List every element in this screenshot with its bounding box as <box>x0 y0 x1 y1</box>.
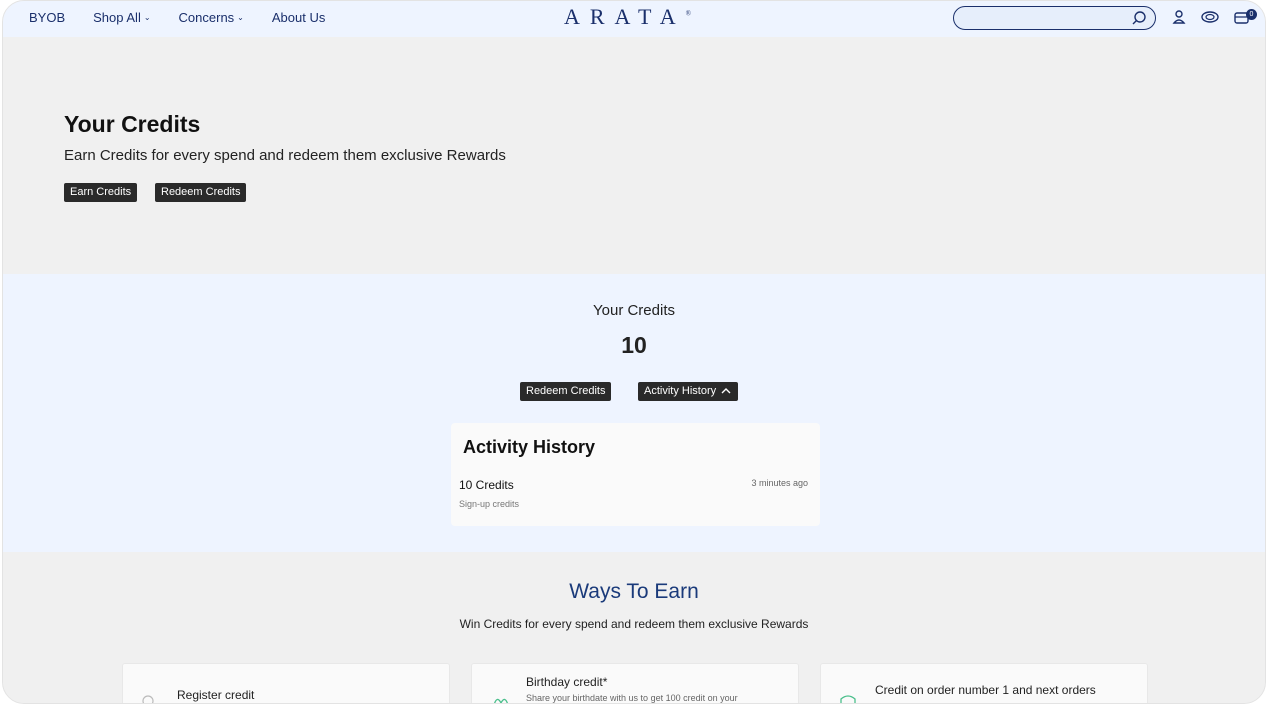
ways-to-earn-subtitle: Win Credits for every spend and redeem t… <box>459 617 809 631</box>
redeem-credits-button[interactable]: Redeem Credits <box>155 183 247 202</box>
cart-count-badge: 0 <box>1246 9 1257 20</box>
redeem-credits-button[interactable]: Redeem Credits <box>520 382 612 401</box>
search-input[interactable] <box>964 7 1134 29</box>
support-icon[interactable] <box>1200 9 1220 30</box>
chevron-up-icon <box>721 382 731 407</box>
main-nav: BYOB Shop All ⌄ Concerns ⌄ About Us <box>29 10 353 25</box>
nav-item-label: BYOB <box>29 10 66 25</box>
earn-card-title: Register credit <box>177 688 255 702</box>
earn-card-birthday[interactable]: Birthday credit* Share your birthdate wi… <box>471 663 799 703</box>
page-subtitle: Earn Credits for every spend and redeem … <box>64 147 506 164</box>
earn-card-title: Credit on order number 1 and next orders <box>875 683 1096 697</box>
registered-mark: ® <box>685 9 691 18</box>
nav-item-label: Concerns <box>178 10 235 25</box>
activity-entry-time: 3 minutes ago <box>751 478 808 488</box>
hero-section: Your Credits Earn Credits for every spen… <box>3 37 1265 274</box>
site-header: BYOB Shop All ⌄ Concerns ⌄ About Us ARATA®… <box>3 1 1265 37</box>
nav-item-label: About Us <box>271 10 326 25</box>
earn-credits-button[interactable]: Earn Credits <box>64 183 138 202</box>
chevron-down-icon: ⌄ <box>237 13 244 22</box>
credits-section: Your Credits 10 Redeem Credits Activity … <box>3 274 1265 552</box>
user-icon[interactable] <box>1172 9 1186 30</box>
nav-item-byob[interactable]: BYOB <box>29 10 65 25</box>
order-icon <box>839 693 857 703</box>
birthday-icon <box>492 693 510 703</box>
ways-to-earn-section: Ways To Earn Win Credits for every spend… <box>3 552 1265 703</box>
credits-label: Your Credits <box>593 302 675 319</box>
search-box[interactable] <box>953 6 1156 30</box>
activity-entry-amount: 10 Credits <box>459 478 514 492</box>
ways-to-earn-title: Ways To Earn <box>569 580 699 603</box>
activity-history-title: Activity History <box>463 437 596 457</box>
page-frame: BYOB Shop All ⌄ Concerns ⌄ About Us ARATA®… <box>2 0 1266 704</box>
activity-history-button[interactable]: Activity History <box>638 382 739 401</box>
register-icon <box>141 694 155 703</box>
chevron-down-icon: ⌄ <box>143 13 151 22</box>
nav-item-shop-all[interactable]: Shop All ⌄ <box>93 10 150 25</box>
nav-item-about-us[interactable]: About Us <box>272 10 325 25</box>
nav-item-concerns[interactable]: Concerns ⌄ <box>179 10 244 25</box>
credits-balance: 10 <box>621 332 647 358</box>
earn-card-register[interactable]: Register credit <box>122 663 450 703</box>
nav-item-label: Shop All <box>93 10 141 25</box>
logo-text: ARATA <box>564 4 686 29</box>
search-icon[interactable] <box>1131 10 1147 31</box>
page-title: Your Credits <box>64 111 201 137</box>
brand-logo[interactable]: ARATA® <box>564 4 691 30</box>
activity-history-panel: Activity History 10 Credits 3 minutes ag… <box>451 423 820 526</box>
earn-card-title: Birthday credit* <box>526 675 608 689</box>
activity-entry-description: Sign-up credits <box>459 499 520 509</box>
earn-card-order[interactable]: Credit on order number 1 and next orders <box>820 663 1148 703</box>
activity-history-label: Activity History <box>644 385 717 397</box>
earn-card-subtitle: Share your birthdate with us to get 100 … <box>526 693 738 703</box>
